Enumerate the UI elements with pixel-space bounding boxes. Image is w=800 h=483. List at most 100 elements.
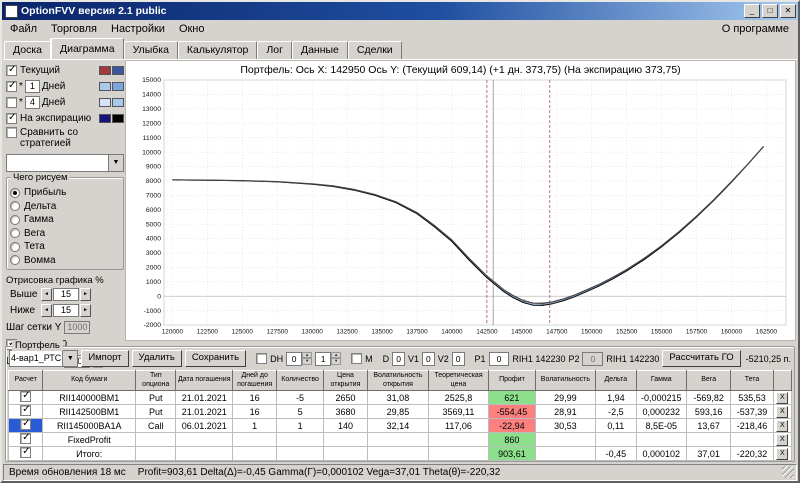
save-button[interactable]: Сохранить <box>185 350 246 367</box>
draw-option-4[interactable]: Вега <box>10 227 120 241</box>
dh-spinner-2[interactable]: 1 ▲▼ <box>315 352 341 366</box>
row-calc-checkbox[interactable] <box>20 405 31 416</box>
spin-down-icon[interactable]: ▼ <box>302 358 312 365</box>
menu-item-3[interactable]: Настройки <box>104 21 172 37</box>
col-header-13[interactable]: Гамма <box>636 371 686 391</box>
days1-input[interactable]: 1 <box>25 80 40 93</box>
row-calc-cell[interactable] <box>9 391 43 405</box>
below-increase-button[interactable]: ► <box>80 304 91 317</box>
col-header-15[interactable]: Тета <box>731 371 773 391</box>
minimize-button[interactable]: _ <box>744 4 760 18</box>
d-input[interactable]: 0 <box>392 352 405 366</box>
row-calc-cell[interactable] <box>9 405 43 419</box>
calc-go-button[interactable]: Рассчитать ГО <box>662 350 740 367</box>
col-header-12[interactable]: Дельта <box>596 371 636 391</box>
days4-input[interactable]: 4 <box>25 96 40 109</box>
v1-input[interactable]: 0 <box>422 352 435 366</box>
draw-option-5[interactable]: Тета <box>10 240 120 254</box>
row-calc-checkbox[interactable] <box>20 419 31 430</box>
col-header-9[interactable]: Теоретическая цена <box>428 371 489 391</box>
days1-color-1[interactable] <box>99 82 111 91</box>
spin-down-icon[interactable]: ▼ <box>331 358 341 365</box>
payoff-chart[interactable]: -2000-1000010002000300040005000600070008… <box>126 77 798 339</box>
col-header-11[interactable]: Волатильность <box>535 371 596 391</box>
close-button[interactable]: ✕ <box>780 4 796 18</box>
compare-strategy-checkbox[interactable] <box>6 127 17 138</box>
tab-5[interactable]: Лог <box>257 41 292 59</box>
col-header-5[interactable]: Дней до погашения <box>232 371 276 391</box>
preset-combo[interactable]: 4-вар1_РТС ▼ <box>9 350 78 367</box>
tab-4[interactable]: Калькулятор <box>178 41 257 59</box>
delete-button[interactable]: Удалить <box>132 350 182 367</box>
draw-option-6[interactable]: Вомма <box>10 254 120 268</box>
col-header-16[interactable] <box>773 371 791 391</box>
import-button[interactable]: Импорт <box>81 350 128 367</box>
row-delete-button[interactable]: X <box>776 420 788 432</box>
col-header-1[interactable]: Расчет <box>9 371 43 391</box>
title-bar[interactable]: OptionFVV версия 2.1 public _ □ ✕ <box>2 2 798 20</box>
below-decrease-button[interactable]: ◄ <box>41 304 52 317</box>
above-value-input[interactable]: 15 <box>53 288 79 301</box>
grid-y-input[interactable]: 1000 <box>64 321 90 334</box>
strategy-combo[interactable]: ▼ <box>6 154 124 172</box>
col-header-10[interactable]: Профит <box>489 371 535 391</box>
col-header-3[interactable]: Тип опциона <box>136 371 176 391</box>
col-header-14[interactable]: Вега <box>686 371 730 391</box>
svg-text:152500: 152500 <box>616 329 638 336</box>
p2-input[interactable]: 0 <box>582 352 603 366</box>
row-calc-checkbox[interactable] <box>20 447 31 458</box>
expiration-color-2[interactable] <box>112 114 124 123</box>
col-header-2[interactable]: Код бумаги <box>43 371 136 391</box>
maximize-button[interactable]: □ <box>762 4 778 18</box>
svg-text:162500: 162500 <box>756 329 778 336</box>
m-checkbox[interactable] <box>351 353 362 364</box>
days1-checkbox[interactable] <box>6 81 17 92</box>
dh-checkbox[interactable] <box>256 353 267 364</box>
row-delete-button[interactable]: X <box>776 392 788 404</box>
expiration-color-1[interactable] <box>99 114 111 123</box>
col-header-8[interactable]: Волатильность открытия <box>368 371 429 391</box>
dh-spin1-value[interactable]: 0 <box>286 352 302 366</box>
below-value-input[interactable]: 15 <box>53 304 79 317</box>
days1-color-2[interactable] <box>112 82 124 91</box>
row-delete-button[interactable]: X <box>776 448 788 460</box>
row-calc-checkbox[interactable] <box>20 433 31 444</box>
row-calc-cell[interactable] <box>9 419 43 433</box>
col-header-4[interactable]: Дата погашения <box>176 371 233 391</box>
above-decrease-button[interactable]: ◄ <box>41 288 52 301</box>
menu-item-about[interactable]: О программе <box>714 21 797 37</box>
dh-spinner-1[interactable]: 0 ▲▼ <box>286 352 312 366</box>
row-calc-checkbox[interactable] <box>20 391 31 402</box>
strategy-combo-dropdown-icon[interactable]: ▼ <box>108 155 123 171</box>
current-color-2[interactable] <box>112 66 124 75</box>
menu-item-4[interactable]: Окно <box>172 21 212 37</box>
above-increase-button[interactable]: ► <box>80 288 91 301</box>
current-color-1[interactable] <box>99 66 111 75</box>
row-calc-cell[interactable] <box>9 447 43 461</box>
current-checkbox[interactable] <box>6 65 17 76</box>
days4-color-1[interactable] <box>99 98 111 107</box>
draw-option-3[interactable]: Гамма <box>10 213 120 227</box>
p1-input[interactable]: 0 <box>489 352 510 366</box>
col-header-7[interactable]: Цена открытия <box>323 371 367 391</box>
col-header-6[interactable]: Количество <box>277 371 323 391</box>
row-calc-cell[interactable] <box>9 433 43 447</box>
tab-2[interactable]: Диаграмма <box>51 38 124 59</box>
tab-3[interactable]: Улыбка <box>124 41 178 59</box>
draw-option-1[interactable]: Прибыль <box>10 186 120 200</box>
menu-item-1[interactable]: Файл <box>3 21 44 37</box>
menu-item-2[interactable]: Торговля <box>44 21 104 37</box>
dh-spin2-value[interactable]: 1 <box>315 352 331 366</box>
tab-7[interactable]: Сделки <box>348 41 402 59</box>
row-delete-button[interactable]: X <box>776 406 788 418</box>
tab-1[interactable]: Доска <box>4 41 51 59</box>
days4-color-2[interactable] <box>112 98 124 107</box>
days4-checkbox[interactable] <box>6 97 17 108</box>
row-delete-button[interactable]: X <box>776 434 788 446</box>
draw-option-2[interactable]: Дельта <box>10 200 120 214</box>
tab-6[interactable]: Данные <box>292 41 348 59</box>
v2-input[interactable]: 0 <box>452 352 465 366</box>
preset-combo-dropdown-icon[interactable]: ▼ <box>62 351 77 366</box>
expiration-checkbox[interactable] <box>6 113 17 124</box>
resize-grip[interactable] <box>782 466 794 478</box>
